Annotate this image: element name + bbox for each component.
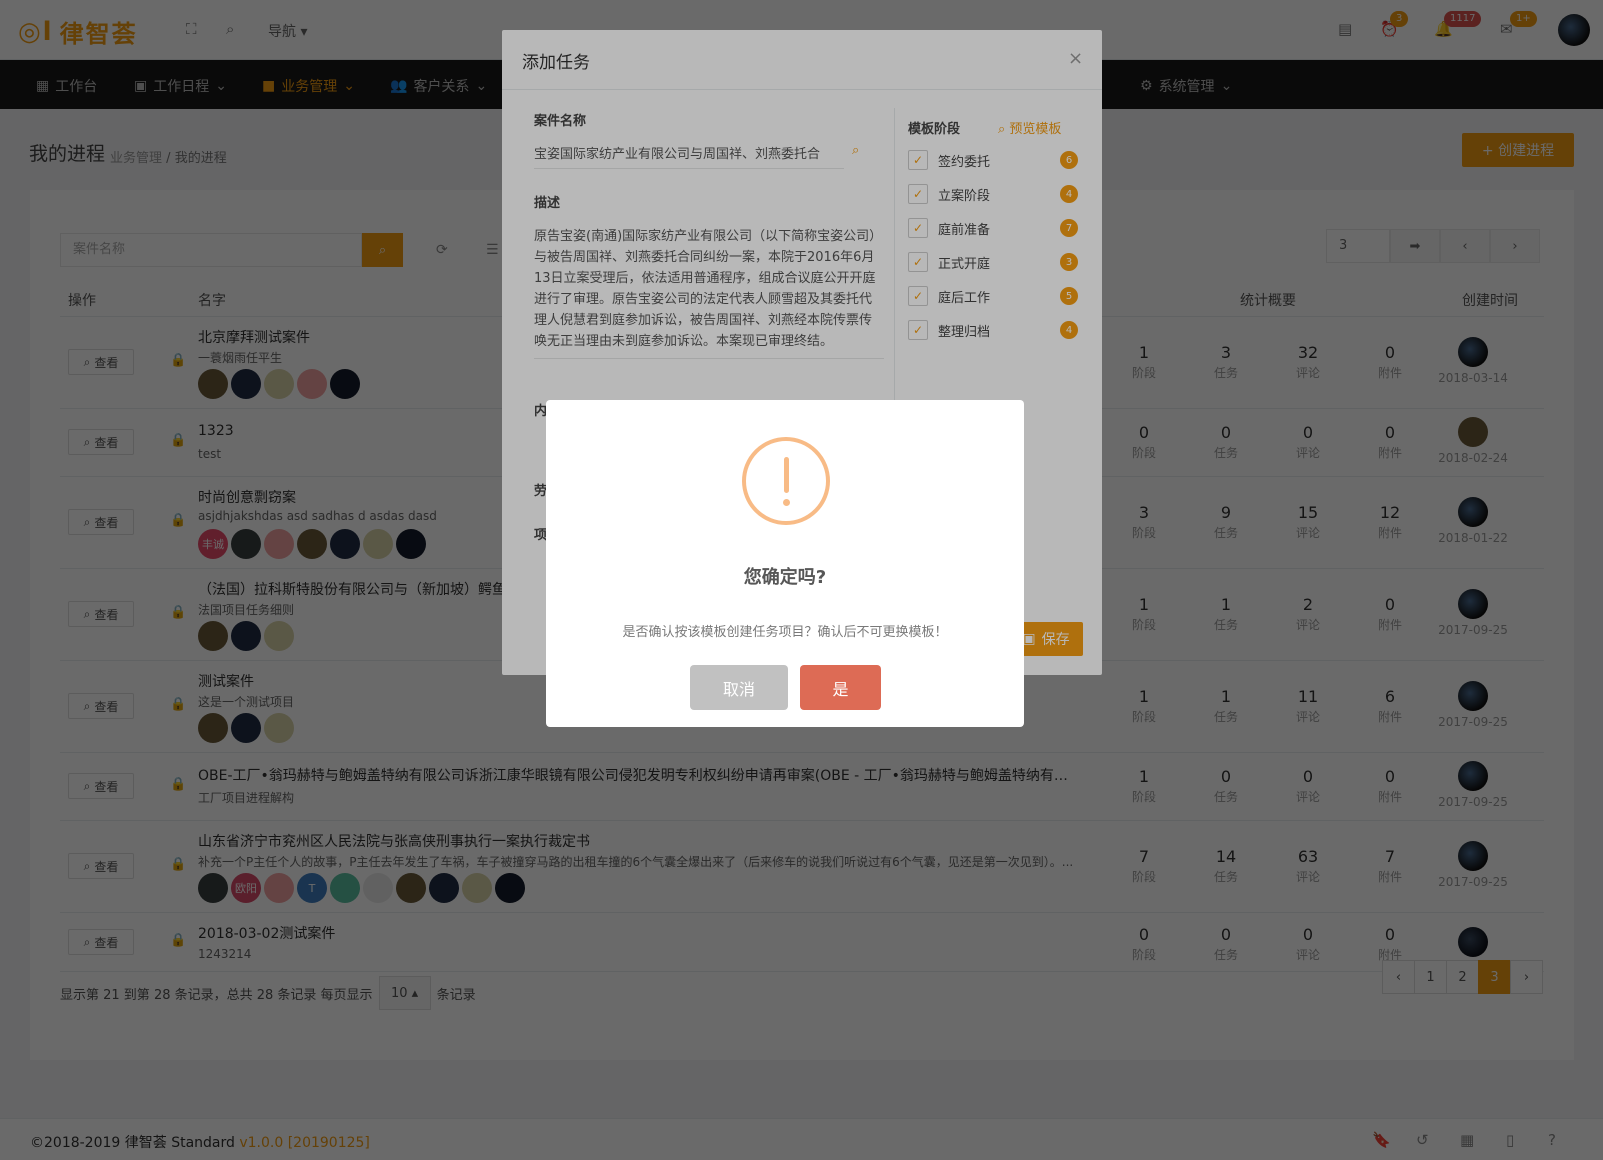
confirm-message: 是否确认按该模板创建任务项目？确认后不可更换模板！ bbox=[622, 625, 948, 640]
warning-icon bbox=[742, 437, 830, 525]
cancel-button[interactable]: 取消 bbox=[690, 665, 788, 710]
confirm-button[interactable]: 是 bbox=[800, 665, 881, 710]
confirm-dialog: 您确定吗? 是否确认按该模板创建任务项目？确认后不可更换模板！ 取消 是 bbox=[546, 400, 1024, 727]
confirm-title: 您确定吗? bbox=[743, 567, 827, 588]
